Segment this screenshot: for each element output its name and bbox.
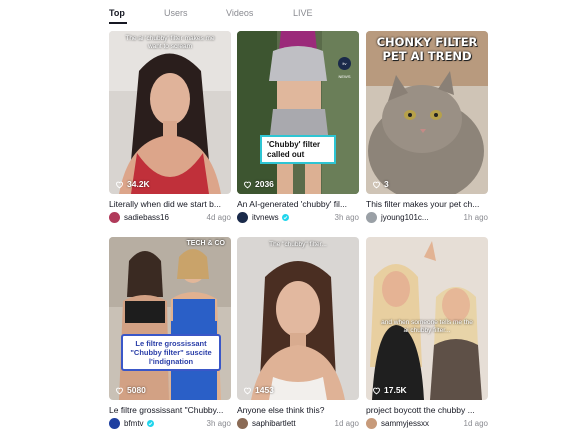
- video-description[interactable]: Anyone else think this?: [237, 404, 359, 417]
- video-thumbnail[interactable]: TECH & CO Le filtre grossissant "Chubby …: [109, 237, 231, 400]
- heart-outline-icon: [116, 181, 123, 188]
- video-thumbnail[interactable]: itv NEWS 'Chubby' filter called out 2036: [237, 31, 359, 194]
- avatar[interactable]: [237, 418, 248, 429]
- like-count-value: 1453: [255, 385, 274, 395]
- video-description[interactable]: Literally when did we start b...: [109, 198, 231, 211]
- video-overlay-caption: CHONKY FILTER PET AI TREND: [376, 35, 478, 63]
- video-card: The ai 'chubby' filter makes me want to …: [109, 31, 231, 224]
- heart-outline-icon: [373, 181, 380, 188]
- like-count-value: 3: [384, 179, 389, 189]
- video-overlay-caption: The ai 'chubby' filter makes me want to …: [125, 35, 215, 50]
- video-thumbnail[interactable]: The ai 'chubby' filter makes me want to …: [109, 31, 231, 194]
- post-time: 3h ago: [206, 419, 231, 428]
- avatar[interactable]: [237, 212, 248, 223]
- video-thumbnail[interactable]: and when someone tells me the ai chubby …: [366, 237, 488, 400]
- active-tab-indicator: [109, 22, 127, 24]
- heart-outline-icon: [373, 387, 380, 394]
- tech-and-co-logo: TECH & CO: [186, 240, 226, 247]
- like-count-value: 34.2K: [127, 179, 150, 189]
- like-count-value: 2036: [255, 179, 274, 189]
- verified-check-icon: [281, 214, 289, 221]
- post-time: 1d ago: [334, 419, 359, 428]
- author-name[interactable]: sadiebass16: [124, 213, 169, 222]
- video-meta: itvnews 3h ago: [237, 211, 359, 224]
- verified-check-icon: [146, 420, 154, 427]
- video-overlay-caption: The "chubby" filter...: [269, 241, 327, 248]
- video-meta: jyoung101c... 1h ago: [366, 211, 488, 224]
- heart-outline-icon: [244, 181, 251, 188]
- video-thumbnail-image: [109, 237, 231, 400]
- video-description[interactable]: This filter makes your pet ch...: [366, 198, 488, 211]
- tab-live[interactable]: LIVE: [293, 8, 313, 18]
- video-card: TECH & CO Le filtre grossissant "Chubby …: [109, 237, 231, 430]
- author-name[interactable]: itvnews: [252, 213, 279, 222]
- itv-news-logo: itv NEWS: [338, 57, 351, 79]
- like-count: 3: [372, 179, 389, 189]
- post-time: 3h ago: [334, 213, 359, 222]
- like-count: 1453: [243, 385, 274, 395]
- video-meta: bfmtv 3h ago: [109, 417, 231, 430]
- avatar[interactable]: [109, 212, 120, 223]
- post-time: 1h ago: [463, 213, 488, 222]
- like-count: 5080: [115, 385, 146, 395]
- video-thumbnail-image: [237, 31, 359, 194]
- avatar[interactable]: [109, 418, 120, 429]
- like-count: 34.2K: [115, 179, 150, 189]
- author-name[interactable]: jyoung101c...: [381, 213, 429, 222]
- author-name[interactable]: bfmtv: [124, 419, 144, 428]
- tab-users[interactable]: Users: [164, 8, 188, 18]
- video-meta: sadiebass16 4d ago: [109, 211, 231, 224]
- video-description[interactable]: project boycott the chubby ...: [366, 404, 488, 417]
- video-overlay-caption: Le filtre grossissant "Chubby filter" su…: [121, 334, 221, 371]
- video-thumbnail-image: [109, 31, 231, 194]
- author-name[interactable]: sammyjessxx: [381, 419, 429, 428]
- heart-outline-icon: [116, 387, 123, 394]
- post-time: 4d ago: [206, 213, 231, 222]
- video-thumbnail[interactable]: CHONKY FILTER PET AI TREND 3: [366, 31, 488, 194]
- video-card: itv NEWS 'Chubby' filter called out 2036…: [237, 31, 359, 224]
- like-count: 17.5K: [372, 385, 407, 395]
- video-thumbnail-image: [237, 237, 359, 400]
- video-card: CHONKY FILTER PET AI TREND 3 This filter…: [366, 31, 488, 224]
- video-overlay-caption: and when someone tells me the ai chubby …: [381, 319, 473, 334]
- heart-outline-icon: [244, 387, 251, 394]
- video-card: and when someone tells me the ai chubby …: [366, 237, 488, 430]
- video-thumbnail[interactable]: The "chubby" filter... 1453: [237, 237, 359, 400]
- like-count: 2036: [243, 179, 274, 189]
- video-overlay-caption: 'Chubby' filter called out: [260, 135, 336, 164]
- search-tabs: Top Users Videos LIVE: [109, 0, 487, 24]
- post-time: 1d ago: [463, 419, 488, 428]
- like-count-value: 17.5K: [384, 385, 407, 395]
- author-name[interactable]: saphibartlett: [252, 419, 296, 428]
- tab-top[interactable]: Top: [109, 8, 125, 18]
- video-meta: saphibartlett 1d ago: [237, 417, 359, 430]
- avatar[interactable]: [366, 418, 377, 429]
- video-meta: sammyjessxx 1d ago: [366, 417, 488, 430]
- tab-videos[interactable]: Videos: [226, 8, 253, 18]
- video-description[interactable]: Le filtre grossissant "Chubby...: [109, 404, 231, 417]
- avatar[interactable]: [366, 212, 377, 223]
- like-count-value: 5080: [127, 385, 146, 395]
- video-card: The "chubby" filter... 1453 Anyone else …: [237, 237, 359, 430]
- video-description[interactable]: An AI-generated 'chubby' fil...: [237, 198, 359, 211]
